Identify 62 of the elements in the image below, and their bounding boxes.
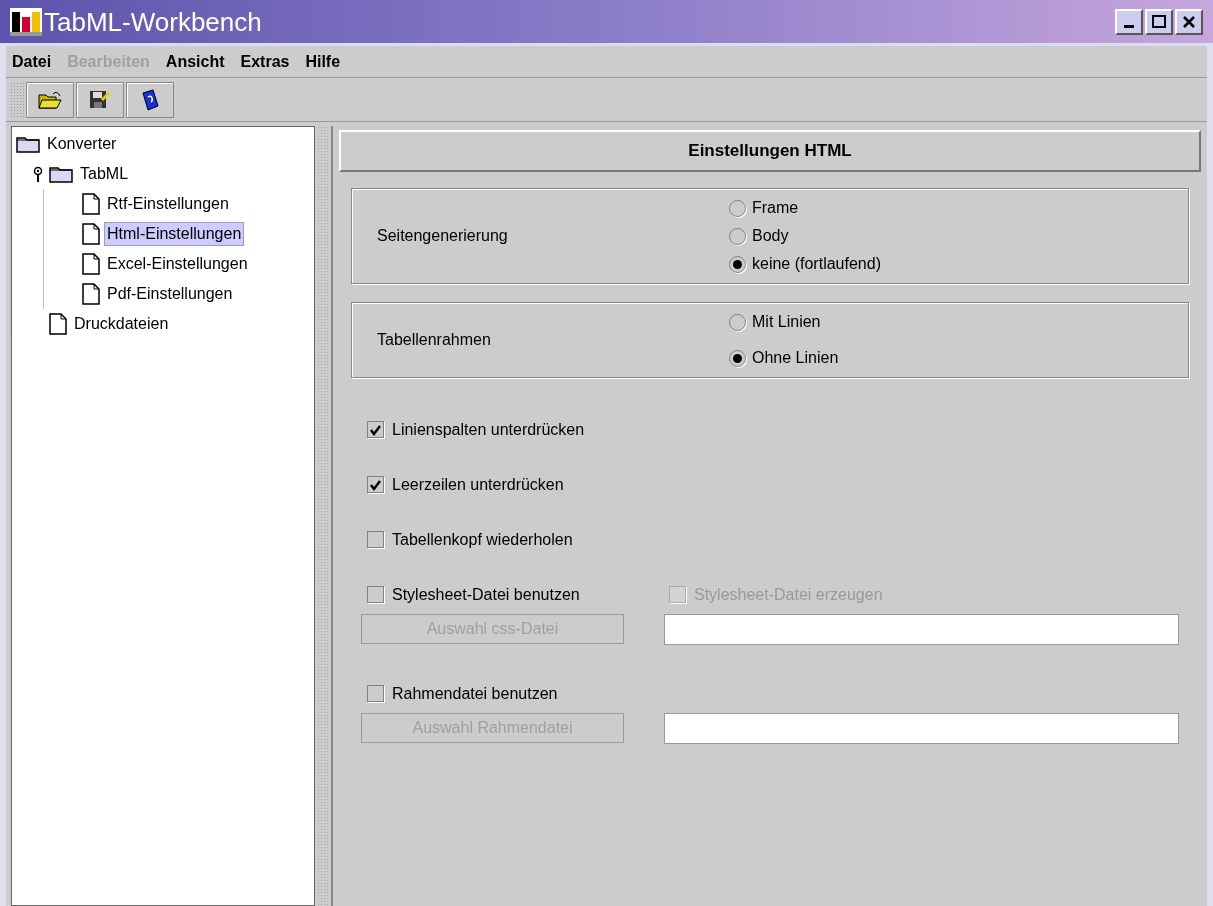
file-path-field[interactable] [664,614,1179,645]
maximize-icon [1151,13,1167,30]
maximize-button[interactable] [1145,8,1173,35]
expand-handle-icon[interactable] [33,166,43,182]
radio-button[interactable] [729,313,746,331]
close-icon [1181,13,1197,30]
window-title: TabML-Workbench [44,8,262,35]
folder-icon [38,89,62,110]
radio-button[interactable] [729,255,746,273]
open-folder-button[interactable] [26,81,74,118]
checkbox-label[interactable]: Tabellenkopf wiederholen [392,527,573,552]
help-book-icon [140,88,160,111]
checkbox[interactable] [367,421,384,438]
group-label: Tabellenrahmen [376,330,492,350]
checkbox[interactable] [367,476,384,493]
file-icon [82,193,100,215]
group-label: Seitengenerierung [376,226,509,246]
tree-item[interactable]: Rtf-Einstellungen [104,192,232,216]
help-book-button[interactable] [126,81,174,118]
radio-button[interactable] [729,227,746,245]
floppy-disk-icon [89,89,111,110]
close-button[interactable] [1175,8,1203,35]
file-icon [82,253,100,275]
checkbox-label[interactable]: Stylesheet-Datei benutzen [392,582,580,607]
radio-label[interactable]: Body [752,224,789,248]
checkbox-label[interactable]: Leerzeilen unterdrücken [392,472,564,497]
menu-item[interactable]: Datei [12,49,52,74]
checkbox[interactable] [367,531,384,548]
radio-label[interactable]: keine (fortlaufend) [752,252,881,276]
save-button[interactable] [76,81,124,118]
checkbox[interactable] [367,586,384,603]
check-icon [369,478,382,491]
minimize-button[interactable] [1115,8,1143,35]
radio-label[interactable]: Ohne Linien [752,346,839,370]
file-icon [82,283,100,305]
splitter-handle[interactable] [317,126,329,906]
menu-item[interactable]: Extras [240,49,290,74]
toolbar-grip-icon[interactable] [10,81,24,118]
tree-item[interactable]: TabML [77,162,132,186]
checkbox-label[interactable]: Rahmendatei benutzen [392,681,558,706]
panel-title: Einstellungen HTML [339,130,1201,172]
file-icon [82,223,100,245]
tree-item[interactable]: Excel-Einstellungen [104,252,251,276]
checkbox[interactable] [367,685,384,702]
file-path-field[interactable] [664,713,1179,744]
folder-icon [16,135,40,153]
check-icon [369,423,382,436]
tree-item[interactable]: Druckdateien [71,312,172,336]
menu-item[interactable]: Ansicht [165,49,225,74]
minimize-icon [1124,25,1134,28]
radio-label[interactable]: Frame [752,196,799,220]
file-icon [49,313,67,335]
radio-button[interactable] [729,349,746,367]
tree-item[interactable]: Html-Einstellungen [104,222,245,246]
tree-item[interactable]: Pdf-Einstellungen [104,282,236,306]
tree-item[interactable]: Konverter [44,132,120,156]
folder-icon [49,165,73,183]
radio-button[interactable] [729,199,746,217]
app-logo-icon [10,7,42,36]
menu-item[interactable]: Hilfe [305,49,341,74]
radio-label[interactable]: Mit Linien [752,310,821,334]
checkbox-label[interactable]: Linienspalten unterdrücken [392,417,585,442]
